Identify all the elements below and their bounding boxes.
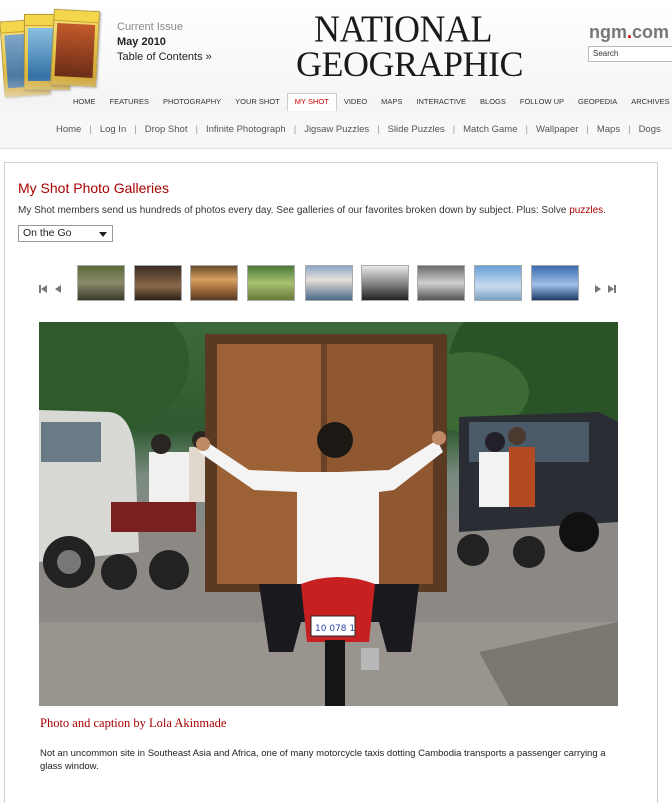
sub-nav-separator: |	[195, 124, 198, 135]
main-nav-item-your-shot[interactable]: YOUR SHOT	[228, 93, 287, 111]
gallery-thumbnail[interactable]	[247, 265, 295, 301]
main-nav-item-my-shot[interactable]: MY SHOT	[286, 93, 337, 111]
main-nav-item-follow-up[interactable]: FOLLOW UP	[513, 93, 571, 111]
gallery-thumbnail[interactable]	[474, 265, 522, 301]
sub-nav-item-maps[interactable]: Maps	[597, 124, 620, 135]
sub-nav-item-infinite-photograph[interactable]: Infinite Photograph	[206, 124, 286, 135]
photo-byline[interactable]: Photo and caption by Lola Akinmade	[40, 716, 226, 731]
sub-nav-item-wallpaper[interactable]: Wallpaper	[536, 124, 578, 135]
sub-nav-list: Home | Log In | Drop Shot | Infinite Photograp…	[56, 124, 661, 135]
main-nav-item-interactive[interactable]: INTERACTIVE	[409, 93, 473, 111]
main-nav: HOME FEATURES PHOTOGRAPHY YOUR SHOT MY SHOT V…	[66, 93, 672, 111]
dropdown-arrow-icon	[99, 232, 107, 237]
previous-arrow-icon	[55, 284, 61, 293]
site-header: Current Issue May 2010 Table of Contents…	[0, 0, 672, 118]
puzzles-link[interactable]: puzzles	[569, 205, 603, 216]
issue-date[interactable]: May 2010	[117, 35, 212, 50]
main-nav-item-features[interactable]: FEATURES	[103, 93, 156, 111]
current-issue-block: Current Issue May 2010 Table of Contents…	[117, 20, 212, 65]
sub-nav-item-jigsaw-puzzles[interactable]: Jigsaw Puzzles	[304, 124, 369, 135]
sub-nav-item-drop-shot[interactable]: Drop Shot	[145, 124, 188, 135]
ngm-site-logo[interactable]: ngm.com	[589, 22, 669, 43]
intro-end: .	[603, 205, 606, 216]
sub-nav-separator: |	[628, 124, 631, 135]
sub-nav-separator: |	[134, 124, 137, 135]
gallery-thumbnail[interactable]	[77, 265, 125, 301]
first-arrow-icon	[41, 284, 47, 293]
gallery-thumbnail[interactable]	[134, 265, 182, 301]
gallery-thumbnail[interactable]	[305, 265, 353, 301]
next-arrow-icon	[595, 284, 601, 293]
sub-nav-separator: |	[293, 124, 297, 135]
sub-nav-item-slide-puzzles[interactable]: Slide Puzzles	[388, 124, 445, 135]
table-of-contents-link[interactable]: Table of Contents »	[117, 50, 212, 65]
sub-nav-item-match-game[interactable]: Match Game	[463, 124, 517, 135]
main-nav-item-maps[interactable]: MAPS	[374, 93, 409, 111]
logo-line-1: NATIONAL	[314, 8, 492, 51]
main-nav-item-archives[interactable]: ARCHIVES	[624, 93, 672, 111]
sub-nav-separator: |	[89, 124, 92, 135]
featured-photo[interactable]: 10 078 1	[39, 322, 618, 706]
main-nav-item-geopedia[interactable]: GEOPEDIA	[571, 93, 624, 111]
sub-nav-item-dogs[interactable]: Dogs	[639, 124, 661, 135]
last-thumbnail-button[interactable]	[608, 280, 626, 293]
gallery-thumbnail[interactable]	[190, 265, 238, 301]
logo-line-2: GEOGRAPHIC	[296, 44, 524, 84]
gallery-thumbnail[interactable]	[417, 265, 465, 301]
selected-category: On the Go	[23, 227, 72, 239]
sub-nav-separator: |	[377, 124, 380, 135]
gallery-intro: My Shot members send us hundreds of phot…	[18, 205, 606, 216]
gallery-thumbnail[interactable]	[531, 265, 579, 301]
featured-photo-illustration: 10 078 1	[39, 322, 618, 706]
main-nav-item-blogs[interactable]: BLOGS	[473, 93, 513, 111]
current-issue-label: Current Issue	[117, 21, 184, 33]
sub-nav: Home | Log In | Drop Shot | Infinite Photograp…	[0, 112, 672, 149]
last-icon	[614, 284, 616, 293]
main-nav-item-video[interactable]: VIDEO	[337, 93, 374, 111]
sub-nav-separator: |	[525, 124, 528, 135]
main-nav-item-photography[interactable]: PHOTOGRAPHY	[156, 93, 228, 111]
photo-caption: Not an uncommon site in Southeast Asia a…	[40, 748, 606, 772]
main-nav-item-home[interactable]: HOME	[66, 93, 103, 111]
gallery-category-select[interactable]: On the Go	[18, 225, 113, 242]
gallery-thumbnail[interactable]	[361, 265, 409, 301]
previous-thumbnail-button[interactable]	[55, 280, 73, 293]
intro-text: My Shot members send us hundreds of phot…	[18, 205, 567, 216]
site-tld: com	[632, 22, 670, 42]
search-input[interactable]: Search	[588, 46, 672, 62]
site-name: ngm	[589, 22, 627, 42]
page-title: My Shot Photo Galleries	[18, 180, 169, 196]
license-plate: 10 078 1	[315, 624, 355, 634]
sub-nav-separator: |	[452, 124, 456, 135]
sub-nav-item-log-in[interactable]: Log In	[100, 124, 126, 135]
sub-nav-separator: |	[586, 124, 589, 135]
national-geographic-logo[interactable]: NATIONAL GEOGRAPHIC	[296, 8, 524, 84]
sub-nav-item-home[interactable]: Home	[56, 124, 81, 135]
